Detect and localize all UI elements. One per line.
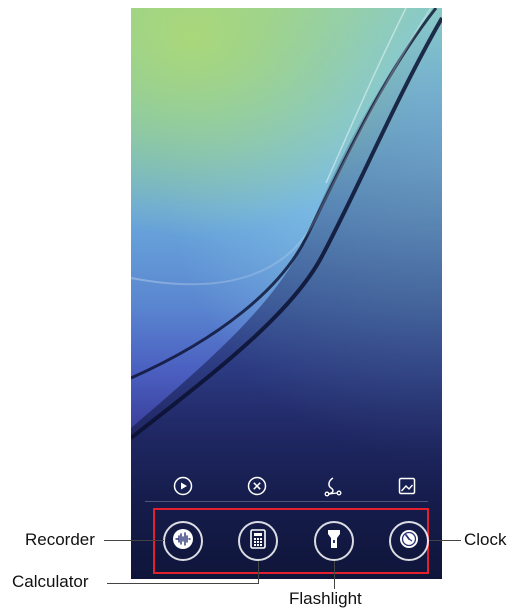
flashlight-callout-label: Flashlight xyxy=(289,589,362,608)
clock-callout-label: Clock xyxy=(464,530,507,549)
flashlight-button[interactable] xyxy=(314,521,354,561)
close-circle-icon[interactable] xyxy=(245,474,269,498)
play-icon[interactable] xyxy=(171,474,195,498)
clock-button[interactable] xyxy=(389,521,429,561)
calculator-callout-line-v xyxy=(258,561,259,584)
recorder-icon xyxy=(172,528,194,555)
quick-action-row xyxy=(131,470,442,504)
flashlight-icon xyxy=(326,528,342,555)
clock-callout-line xyxy=(429,540,461,541)
clock-icon xyxy=(398,528,420,555)
share-route-icon[interactable] xyxy=(321,474,345,498)
calculator-callout-line-h xyxy=(107,583,259,584)
recorder-button[interactable] xyxy=(163,521,203,561)
gallery-icon[interactable] xyxy=(395,474,419,498)
recorder-callout-line xyxy=(104,540,164,541)
lock-screen xyxy=(131,8,442,579)
recorder-callout-label: Recorder xyxy=(25,530,95,549)
divider xyxy=(145,501,428,502)
calculator-icon xyxy=(249,528,267,554)
calculator-button[interactable] xyxy=(238,521,278,561)
calculator-callout-label: Calculator xyxy=(12,572,89,591)
flashlight-callout-line xyxy=(334,561,335,589)
